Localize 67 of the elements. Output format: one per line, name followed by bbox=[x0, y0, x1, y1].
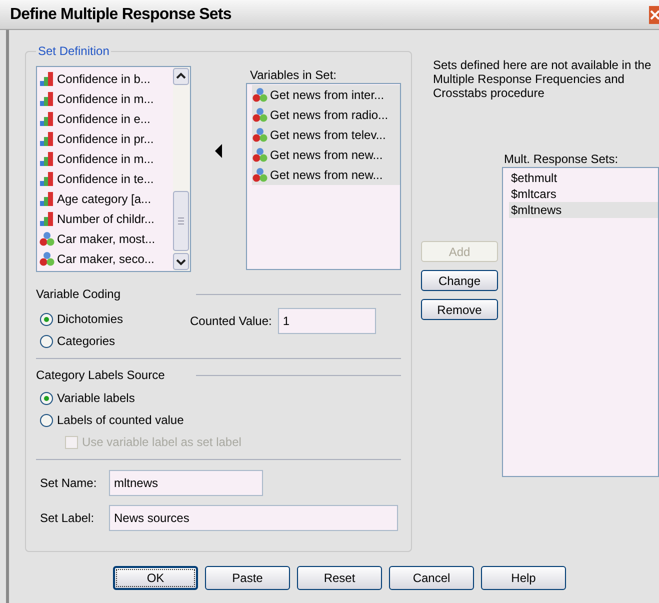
three-balls-icon bbox=[252, 167, 268, 183]
list-item[interactable]: Get news from radio... bbox=[252, 105, 400, 125]
info-text: Sets defined here are not available in the Multiple Response Frequencies and Crosstabs procedure bbox=[432, 58, 652, 100]
field-label: Counted Value: bbox=[190, 313, 272, 330]
radio-button[interactable] bbox=[40, 312, 53, 326]
list-item[interactable]: Get news from new... bbox=[252, 165, 400, 185]
list-item[interactable]: Confidence in m... bbox=[39, 89, 173, 109]
radio-option[interactable]: Labels of counted value bbox=[40, 409, 401, 431]
radio-button[interactable] bbox=[40, 334, 53, 348]
ordinal-bars-icon bbox=[39, 171, 55, 187]
set-name-field[interactable]: mltnews bbox=[109, 470, 263, 496]
list-item[interactable]: Car maker, most... bbox=[39, 229, 173, 249]
list-item[interactable]: Confidence in m... bbox=[39, 149, 173, 169]
field-label: Set Name: bbox=[39, 475, 98, 492]
list-item[interactable]: Age category [a... bbox=[39, 189, 173, 209]
list-item[interactable]: Number of childr... bbox=[39, 209, 173, 229]
close-icon[interactable] bbox=[649, 6, 659, 24]
list-item[interactable]: $ethmult bbox=[509, 170, 658, 186]
ordinal-bars-icon bbox=[39, 151, 55, 167]
dialog-button[interactable]: Help bbox=[481, 566, 566, 590]
three-balls-icon bbox=[252, 127, 268, 143]
list-item[interactable]: Get news from new... bbox=[252, 145, 400, 165]
action-button[interactable]: Change bbox=[421, 270, 498, 291]
radio-option[interactable]: Categories bbox=[40, 330, 190, 352]
section-title: Variable Coding bbox=[36, 286, 122, 303]
ordinal-bars-icon bbox=[39, 71, 55, 87]
set-label-field[interactable]: News sources bbox=[109, 505, 398, 531]
action-button[interactable]: Remove bbox=[421, 299, 498, 320]
radio-option[interactable]: Variable labels bbox=[40, 387, 401, 409]
list-item[interactable]: Confidence in b... bbox=[39, 69, 173, 89]
radio-button[interactable] bbox=[40, 414, 53, 426]
list-item[interactable]: Get news from inter... bbox=[252, 85, 400, 105]
ordinal-bars-icon bbox=[39, 211, 55, 227]
ordinal-bars-icon bbox=[39, 91, 55, 107]
radio-button[interactable] bbox=[40, 392, 53, 404]
ordinal-bars-icon bbox=[39, 191, 55, 207]
list-item[interactable]: Confidence in e... bbox=[39, 109, 173, 129]
dialog-button[interactable]: Reset bbox=[297, 566, 382, 590]
dialog-button[interactable]: Paste bbox=[205, 566, 290, 590]
three-balls-icon bbox=[252, 87, 268, 103]
section-title: Category Labels Source bbox=[36, 367, 166, 384]
radio-option[interactable]: Dichotomies bbox=[40, 308, 190, 330]
group-title: Set Definition bbox=[37, 43, 110, 60]
field-label: Variables in Set: bbox=[249, 67, 338, 83]
three-balls-icon bbox=[39, 251, 55, 267]
three-balls-icon bbox=[252, 147, 268, 163]
list-item[interactable]: Car maker, seco... bbox=[39, 249, 173, 269]
scroll-up-icon[interactable] bbox=[173, 68, 189, 85]
ordinal-bars-icon bbox=[39, 111, 55, 127]
scroll-thumb[interactable] bbox=[173, 191, 189, 251]
list-item[interactable]: $mltcars bbox=[509, 186, 658, 202]
list-item[interactable]: Get news from telev... bbox=[252, 125, 400, 145]
counted-value-field[interactable]: 1 bbox=[278, 308, 376, 334]
scrollbar[interactable] bbox=[173, 67, 190, 271]
dialog-button[interactable]: OK bbox=[113, 566, 198, 590]
ordinal-bars-icon bbox=[39, 131, 55, 147]
three-balls-icon bbox=[252, 107, 268, 123]
window-title: Define Multiple Response Sets bbox=[10, 4, 232, 24]
list-item[interactable]: Confidence in pr... bbox=[39, 129, 173, 149]
left-arrow-icon[interactable] bbox=[215, 144, 222, 158]
field-label: Set Label: bbox=[39, 510, 96, 527]
field-label: Mult. Response Sets: bbox=[503, 151, 620, 167]
list-item[interactable]: $mltnews bbox=[509, 202, 658, 218]
scroll-down-icon[interactable] bbox=[173, 253, 189, 270]
list-item[interactable]: Confidence in te... bbox=[39, 169, 173, 189]
three-balls-icon bbox=[39, 231, 55, 247]
dialog-button[interactable]: Cancel bbox=[389, 566, 474, 590]
